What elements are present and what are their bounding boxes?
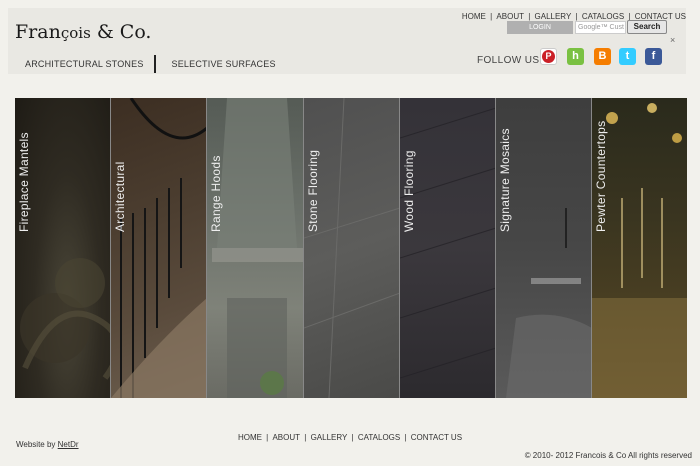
main-nav: ARCHITECTURAL STONES SELECTIVE SURFACES — [8, 54, 286, 74]
follow-us-label: FOLLOW US: — [477, 55, 543, 66]
footer-nav-contact[interactable]: CONTACT US — [411, 433, 462, 442]
logo-amp: & — [90, 21, 120, 43]
website-by-prefix: Website by — [16, 440, 58, 449]
footer-nav-about[interactable]: ABOUT — [272, 433, 300, 442]
pinterest-icon[interactable]: P — [540, 48, 557, 65]
panel-pewter-countertops[interactable]: Pewter Countertops — [592, 98, 687, 398]
website-by: Website by NetDr — [16, 440, 79, 449]
logo-text-2: çois — [60, 24, 91, 42]
panel-label: Fireplace Mantels — [17, 132, 31, 232]
page: François & Co. HOME | ABOUT | GALLERY | … — [0, 0, 700, 466]
twitter-icon[interactable]: t — [619, 48, 636, 65]
nav-architectural-stones[interactable]: ARCHITECTURAL STONES — [8, 59, 154, 69]
logo[interactable]: François & Co. — [15, 21, 151, 43]
search-input[interactable]: Google™ Cust — [575, 20, 626, 34]
panel-label: Range Hoods — [209, 155, 223, 232]
footer-nav-home[interactable]: HOME — [238, 433, 262, 442]
category-panels: Fireplace Mantels Architectural Range Ho… — [15, 98, 687, 398]
panel-label: Wood Flooring — [402, 150, 416, 232]
footer-nav-gallery[interactable]: GALLERY — [311, 433, 348, 442]
panel-stone-flooring[interactable]: Stone Flooring — [304, 98, 400, 398]
footer-nav: HOME | ABOUT | GALLERY | CATALOGS | CONT… — [237, 433, 463, 442]
header: François & Co. HOME | ABOUT | GALLERY | … — [8, 8, 686, 74]
search-button[interactable]: Search — [627, 20, 667, 34]
login-search-row: LOGIN Google™ Cust Search — [507, 20, 667, 34]
footer-nav-catalogs[interactable]: CATALOGS — [358, 433, 400, 442]
panel-architectural[interactable]: Architectural — [111, 98, 207, 398]
houzz-icon[interactable]: h — [567, 48, 584, 65]
panel-fireplace-mantels[interactable]: Fireplace Mantels — [15, 98, 111, 398]
logo-co: Co. — [119, 21, 152, 43]
facebook-icon[interactable]: f — [645, 48, 662, 65]
close-icon[interactable]: × — [670, 35, 675, 45]
netdr-link[interactable]: NetDr — [58, 440, 79, 449]
panel-range-hoods[interactable]: Range Hoods — [207, 98, 304, 398]
blogger-icon[interactable]: B — [594, 48, 611, 65]
panel-wood-flooring[interactable]: Wood Flooring — [400, 98, 496, 398]
login-button[interactable]: LOGIN — [507, 20, 573, 34]
nav-selective-surfaces[interactable]: SELECTIVE SURFACES — [156, 59, 286, 69]
panel-label: Architectural — [113, 161, 127, 232]
copyright: © 2010- 2012 Francois & Co All rights re… — [524, 451, 692, 460]
panel-label: Stone Flooring — [306, 149, 320, 232]
top-nav-home[interactable]: HOME — [462, 12, 486, 21]
logo-text-1: Fran — [15, 21, 61, 43]
panel-label: Pewter Countertops — [594, 120, 608, 232]
panel-signature-mosaics[interactable]: Signature Mosaics — [496, 98, 592, 398]
panel-label: Signature Mosaics — [498, 128, 512, 232]
